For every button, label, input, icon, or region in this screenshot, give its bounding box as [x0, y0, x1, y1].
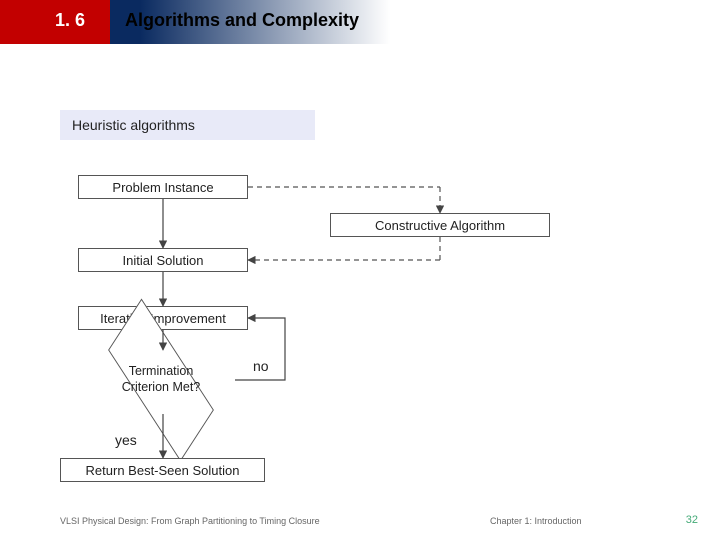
slide: 1. 6 Algorithms and Complexity Heuristic… [0, 0, 720, 540]
section-number: 1. 6 [55, 10, 85, 31]
node-iterative-improvement: Iterative Improvement [78, 306, 248, 330]
header-bar [0, 0, 720, 44]
page-number: 32 [686, 514, 698, 526]
edge-label-yes: yes [115, 432, 137, 448]
footer-left: VLSI Physical Design: From Graph Partiti… [60, 516, 320, 526]
slide-title: Algorithms and Complexity [125, 10, 359, 31]
footer-chapter: Chapter 1: Introduction [490, 516, 582, 526]
edge-label-no: no [253, 358, 269, 374]
footer: VLSI Physical Design: From Graph Partiti… [60, 514, 698, 526]
node-return-best: Return Best-Seen Solution [60, 458, 265, 482]
node-constructive-algorithm: Constructive Algorithm [330, 213, 550, 237]
subheading: Heuristic algorithms [60, 110, 315, 140]
decision-termination: Termination Criterion Met? [96, 350, 226, 410]
node-initial-solution: Initial Solution [78, 248, 248, 272]
node-problem-instance: Problem Instance [78, 175, 248, 199]
